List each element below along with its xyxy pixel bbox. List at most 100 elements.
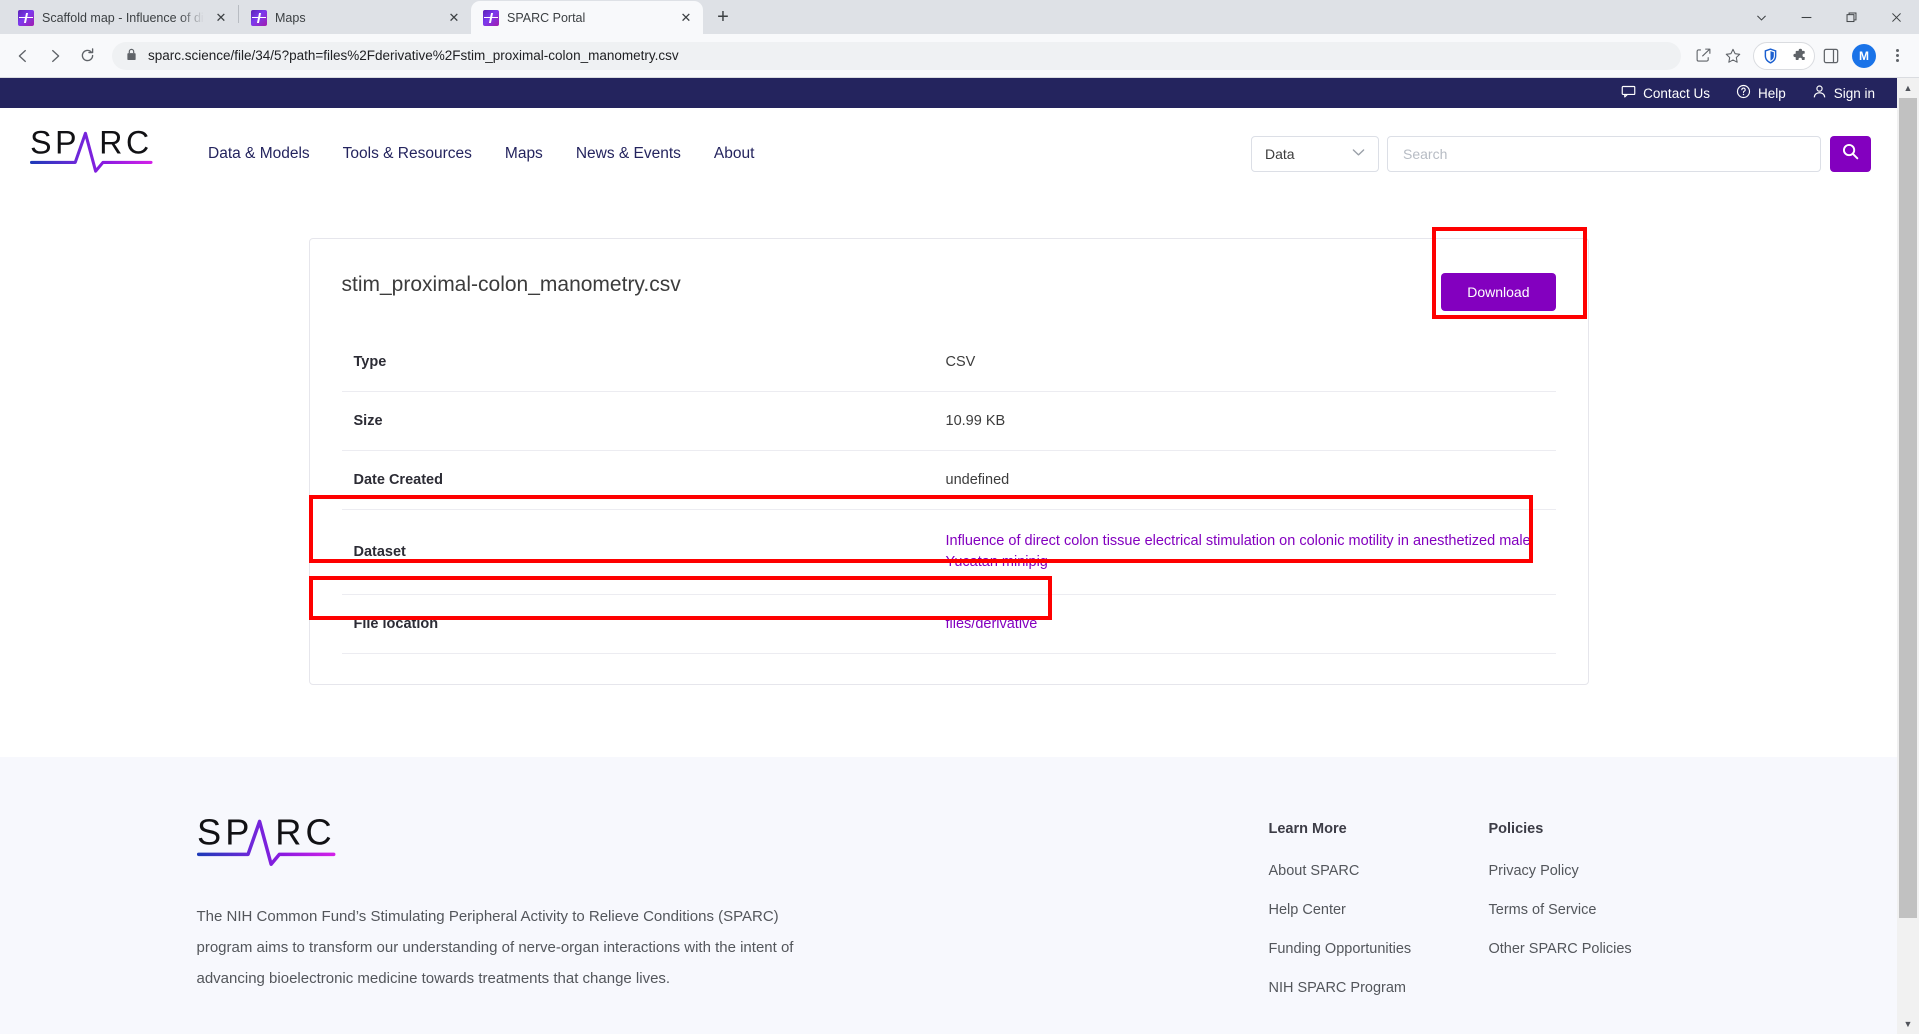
sign-in-link[interactable]: Sign in: [1812, 84, 1875, 102]
contact-us-link[interactable]: Contact Us: [1621, 84, 1710, 102]
footer-column-policies: Policies Privacy Policy Terms of Service…: [1489, 821, 1709, 1019]
new-tab-button[interactable]: +: [709, 3, 737, 31]
tab-title: Maps: [275, 10, 306, 25]
window-restore-icon[interactable]: [1829, 0, 1874, 34]
metadata-value: Influence of direct colon tissue electri…: [946, 510, 1556, 595]
nav-item-maps[interactable]: Maps: [505, 145, 543, 163]
search-category-select[interactable]: Data: [1251, 136, 1379, 172]
scrollbar-down-arrow-icon[interactable]: ▼: [1897, 1014, 1919, 1034]
site-footer: SP RC The NIH Common Fund’s Stimulating …: [0, 757, 1897, 1034]
scrollbar-up-arrow-icon[interactable]: ▲: [1897, 78, 1919, 98]
window-controls: [1739, 0, 1919, 34]
tab-favicon-icon: [251, 9, 267, 26]
browser-tab-1[interactable]: Maps ✕: [239, 1, 471, 34]
tab-close-icon[interactable]: ✕: [445, 9, 463, 27]
browser-tab-bar: Scaffold map - Influence of direct ✕ Map…: [0, 0, 1919, 34]
metadata-value: CSV: [945, 354, 976, 370]
table-row-dataset: Dataset Influence of direct colon tissue…: [341, 510, 1556, 595]
footer-link-privacy-policy[interactable]: Privacy Policy: [1489, 863, 1709, 879]
forward-button-icon[interactable]: [40, 41, 70, 71]
help-link[interactable]: Help: [1736, 84, 1786, 102]
window-minimize-icon[interactable]: [1784, 0, 1829, 34]
footer-link-terms-of-service[interactable]: Terms of Service: [1489, 902, 1709, 918]
reload-button-icon[interactable]: [72, 41, 102, 71]
search-icon: [1841, 142, 1860, 166]
search-input[interactable]: Search: [1387, 136, 1821, 172]
contact-us-label: Contact Us: [1643, 85, 1710, 101]
metadata-key: Type: [353, 354, 387, 370]
chevron-down-icon: [1352, 148, 1365, 160]
sign-in-label: Sign in: [1833, 85, 1875, 101]
dataset-link[interactable]: Influence of direct colon tissue electri…: [946, 533, 1531, 570]
nav-item-news-events[interactable]: News & Events: [576, 145, 681, 163]
footer-link-nih-sparc-program[interactable]: NIH SPARC Program: [1269, 980, 1489, 996]
footer-sparc-logo[interactable]: SP RC: [196, 812, 337, 876]
table-row-file-location: File location files/derivative: [341, 595, 1556, 654]
footer-link-columns: Learn More About SPARC Help Center Fundi…: [1269, 813, 1709, 1019]
footer-link-funding-opportunities[interactable]: Funding Opportunities: [1269, 941, 1489, 957]
share-icon[interactable]: [1689, 42, 1717, 70]
content-area: stim_proximal-colon_manometry.csv Downlo…: [0, 200, 1897, 758]
metadata-key: Size: [353, 413, 383, 429]
lock-icon: [126, 48, 138, 64]
file-detail-card: stim_proximal-colon_manometry.csv Downlo…: [308, 227, 1589, 686]
tab-favicon-icon: [483, 9, 499, 26]
bookmark-star-icon[interactable]: [1719, 42, 1747, 70]
metadata-value: files/derivative: [946, 595, 1556, 654]
sparc-logo[interactable]: SP RC: [29, 125, 154, 182]
tab-close-icon[interactable]: ✕: [212, 9, 230, 27]
nav-item-data-models[interactable]: Data & Models: [208, 145, 310, 163]
svg-text:RC: RC: [275, 813, 336, 852]
metadata-value: undefined: [945, 472, 1010, 488]
search-submit-button[interactable]: [1830, 136, 1871, 172]
help-label: Help: [1757, 85, 1786, 101]
nav-item-tools-resources[interactable]: Tools & Resources: [343, 145, 472, 163]
svg-text:SP: SP: [197, 813, 254, 852]
nav-item-about[interactable]: About: [714, 145, 755, 163]
tab-title: Scaffold map - Influence of direct: [42, 10, 204, 25]
shield-extension-icon[interactable]: [1756, 42, 1784, 70]
back-button-icon[interactable]: [8, 41, 38, 71]
page-scrollbar[interactable]: ▲ ▼: [1897, 78, 1919, 1034]
metadata-key: Dataset: [353, 544, 406, 561]
footer-column-learn-more: Learn More About SPARC Help Center Fundi…: [1269, 821, 1489, 1019]
footer-link-help-center[interactable]: Help Center: [1269, 902, 1489, 918]
kebab-menu-icon[interactable]: [1883, 42, 1911, 70]
tab-search-chevron-icon[interactable]: [1739, 0, 1784, 34]
address-bar-url: sparc.science/file/34/5?path=files%2Fder…: [148, 48, 679, 63]
svg-text:SP: SP: [30, 126, 80, 161]
browser-toolbar: sparc.science/file/34/5?path=files%2Fder…: [0, 34, 1919, 78]
sparc-page: Contact Us Help Sign in SP RC Data & Mod…: [0, 78, 1897, 1034]
scrollbar-thumb[interactable]: [1899, 98, 1917, 918]
question-circle-icon: [1736, 84, 1751, 102]
footer-link-other-sparc-policies[interactable]: Other SPARC Policies: [1489, 941, 1709, 957]
file-location-link[interactable]: files/derivative: [946, 616, 1038, 632]
metadata-value: 10.99 KB: [945, 413, 1006, 429]
puzzle-extension-icon[interactable]: [1784, 42, 1812, 70]
profile-avatar[interactable]: M: [1852, 43, 1876, 68]
download-button[interactable]: Download: [1441, 273, 1556, 311]
footer-column-title: Learn More: [1268, 821, 1347, 838]
tab-close-icon[interactable]: ✕: [677, 9, 695, 27]
footer-link-about-sparc[interactable]: About SPARC: [1269, 863, 1489, 879]
search-category-value: Data: [1265, 146, 1295, 162]
site-header: SP RC Data & Models Tools & Resources Ma…: [0, 108, 1897, 200]
address-bar[interactable]: sparc.science/file/34/5?path=files%2Fder…: [112, 41, 1681, 70]
file-title: stim_proximal-colon_manometry.csv: [341, 273, 681, 296]
person-icon: [1812, 84, 1827, 102]
tab-favicon-icon: [18, 9, 34, 26]
table-row-type: Type CSV: [341, 333, 1556, 392]
utility-bar: Contact Us Help Sign in: [0, 78, 1897, 108]
svg-text:RC: RC: [99, 126, 153, 161]
page-viewport: Contact Us Help Sign in SP RC Data & Mod…: [0, 78, 1919, 1034]
extensions-pill: [1753, 41, 1815, 70]
side-panel-icon[interactable]: [1817, 42, 1845, 70]
main-navigation: Data & Models Tools & Resources Maps New…: [208, 145, 754, 163]
browser-tab-0[interactable]: Scaffold map - Influence of direct ✕: [6, 1, 238, 34]
footer-description: The NIH Common Fund’s Stimulating Periph…: [196, 908, 794, 987]
footer-column-title: Policies: [1488, 821, 1544, 838]
window-close-icon[interactable]: [1874, 0, 1919, 34]
footer-inner: SP RC The NIH Common Fund’s Stimulating …: [189, 812, 1709, 1019]
browser-tab-2[interactable]: SPARC Portal ✕: [471, 1, 703, 34]
file-card-header: stim_proximal-colon_manometry.csv Downlo…: [342, 273, 1556, 333]
